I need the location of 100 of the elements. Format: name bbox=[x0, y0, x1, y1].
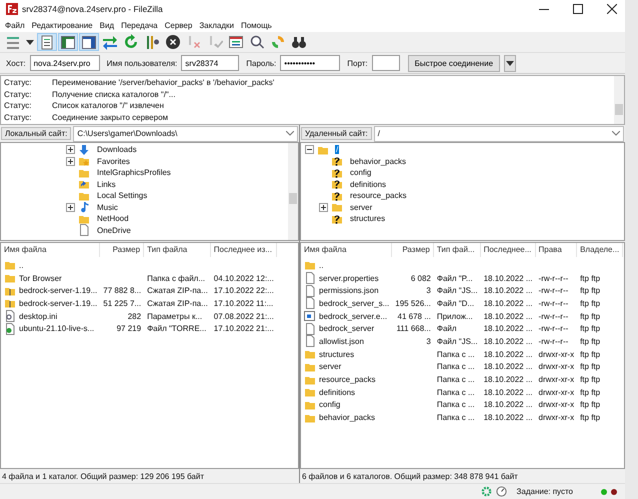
table-cell: 6 082 bbox=[410, 274, 431, 283]
tree-item[interactable]: Favorites bbox=[96, 156, 131, 166]
tree-item[interactable]: Music bbox=[96, 202, 119, 212]
table-cell: bedrock-server-1.19... bbox=[19, 298, 98, 308]
tree-item[interactable]: IntelGraphicsProfiles bbox=[96, 168, 172, 178]
column-header[interactable]: Размер bbox=[392, 243, 434, 257]
file-icon bbox=[304, 297, 316, 310]
caret-icon bbox=[25, 40, 35, 44]
table-cell: -rw-r--r-- bbox=[538, 274, 568, 283]
tree-item[interactable]: behavior_packs bbox=[349, 156, 408, 166]
menu-item[interactable]: Файл bbox=[5, 20, 25, 30]
close-icon[interactable] bbox=[607, 4, 617, 14]
column-header[interactable]: Последнее... bbox=[480, 243, 536, 257]
table-cell: ubuntu-21.10-live-s... bbox=[19, 324, 94, 334]
column-header[interactable]: Тип фай... bbox=[434, 243, 481, 257]
expander-icon[interactable] bbox=[319, 202, 328, 212]
table-cell: allowlist.json bbox=[319, 336, 364, 346]
toolbar-button[interactable] bbox=[37, 33, 57, 51]
tree-item[interactable]: OneDrive bbox=[96, 226, 132, 235]
input-field[interactable]: ••••••••••• bbox=[280, 55, 340, 71]
folder-icon bbox=[331, 201, 343, 214]
table-cell: 18.10.2022 ... bbox=[484, 286, 533, 296]
file-icon bbox=[4, 322, 16, 335]
toolbar-button[interactable] bbox=[226, 33, 246, 51]
tree-item[interactable]: Downloads bbox=[96, 145, 138, 154]
application-icon bbox=[304, 310, 316, 322]
tree-item[interactable]: Links bbox=[96, 180, 117, 189]
path-field[interactable]: C:\Users\gamer\Downloads\ bbox=[73, 126, 298, 142]
input-field[interactable] bbox=[372, 55, 400, 71]
caret-icon bbox=[506, 60, 514, 66]
table-cell: ftp ftp bbox=[580, 298, 600, 308]
menu-item[interactable]: Вид bbox=[100, 20, 114, 30]
tree-item[interactable]: Local Settings bbox=[96, 191, 148, 200]
table-cell: 18.10.2022 ... bbox=[484, 274, 533, 283]
table-cell: ftp ftp bbox=[580, 388, 600, 397]
table-cell: 3 bbox=[426, 286, 431, 296]
table-cell: Папка с ... bbox=[436, 350, 475, 359]
scrollbar[interactable] bbox=[288, 143, 298, 240]
table-cell: 18.10.2022 ... bbox=[484, 400, 533, 410]
tree-item[interactable]: structures bbox=[349, 214, 386, 224]
table-cell: drwxr-xr-x bbox=[538, 375, 574, 384]
expander-icon[interactable] bbox=[66, 145, 75, 154]
column-header[interactable]: Размер bbox=[100, 243, 144, 257]
tree-item[interactable]: NetHood bbox=[96, 214, 130, 224]
menu-item[interactable]: Передача bbox=[121, 20, 158, 30]
column-header[interactable]: Права bbox=[536, 243, 578, 257]
menu-item[interactable]: Редактирование bbox=[32, 20, 93, 30]
menu-item[interactable]: Закладки bbox=[199, 20, 234, 30]
table-cell: behavior_packs bbox=[319, 413, 376, 422]
quickconnect-button[interactable]: Быстрое соединение bbox=[408, 54, 500, 72]
table-cell: 07.08.2022 21:... bbox=[214, 312, 274, 321]
gauge-icon bbox=[496, 486, 507, 497]
column-header[interactable]: Последнее из... bbox=[210, 243, 277, 257]
table-cell: 3 bbox=[426, 336, 431, 346]
table-cell: 51 225 7... bbox=[103, 298, 142, 308]
table-cell: structures bbox=[319, 350, 354, 359]
table-cell: 18.10.2022 ... bbox=[484, 324, 533, 334]
question-icon bbox=[331, 166, 343, 179]
refresh-icon bbox=[123, 34, 139, 50]
expander-icon[interactable] bbox=[66, 202, 75, 212]
tree-item[interactable]: definitions bbox=[349, 180, 388, 189]
input-field[interactable]: nova.24serv.pro bbox=[30, 55, 100, 71]
field-label: Пароль: bbox=[246, 58, 276, 68]
input-field[interactable]: srv28374 bbox=[181, 55, 240, 71]
log-label: Статус: bbox=[4, 77, 33, 88]
table-cell: bedrock_server bbox=[319, 324, 374, 334]
table-cell: 195 526... bbox=[395, 298, 431, 308]
field-label: Хост: bbox=[6, 58, 26, 68]
table-cell: ftp ftp bbox=[580, 274, 600, 283]
expander-icon[interactable] bbox=[66, 156, 75, 166]
folder-icon bbox=[4, 259, 16, 272]
table-cell: -rw-r--r-- bbox=[538, 312, 568, 321]
table-cell: drwxr-xr-x bbox=[538, 362, 574, 372]
table-cell: config bbox=[319, 400, 340, 410]
scrollbar[interactable] bbox=[614, 76, 624, 124]
toolbar-button[interactable] bbox=[163, 33, 183, 51]
menu-item[interactable]: Сервер bbox=[164, 20, 192, 30]
column-header[interactable]: Владеле... bbox=[577, 243, 624, 257]
expander-icon[interactable] bbox=[305, 145, 314, 154]
column-header[interactable]: Имя файла bbox=[1, 243, 100, 257]
maximize-icon[interactable] bbox=[573, 4, 583, 14]
dropdown-button[interactable] bbox=[504, 54, 516, 72]
log-label: Статус: bbox=[4, 112, 33, 123]
table-cell: Папка с ... bbox=[436, 388, 475, 397]
table-cell: 04.10.2022 12:... bbox=[214, 274, 274, 283]
menu-item[interactable]: Помощь bbox=[240, 20, 272, 30]
table-cell: 17.10.2022 22:... bbox=[214, 286, 274, 296]
tree-item[interactable]: config bbox=[349, 168, 372, 178]
toolbar-button[interactable] bbox=[79, 33, 99, 51]
column-header[interactable]: Имя файла bbox=[301, 243, 392, 257]
table-cell: ftp ftp bbox=[580, 286, 600, 296]
column-header[interactable]: Тип файла bbox=[144, 243, 211, 257]
field-label: Имя пользователя: bbox=[106, 58, 178, 68]
table-cell: Папка с ... bbox=[436, 362, 475, 372]
tree-item[interactable]: server bbox=[349, 202, 374, 212]
table-cell: 41 678 ... bbox=[398, 312, 431, 321]
toolbar-button[interactable] bbox=[58, 33, 78, 51]
tree-item[interactable]: resource_packs bbox=[349, 191, 408, 200]
path-field[interactable]: / bbox=[374, 126, 624, 142]
tree-item[interactable]: / bbox=[335, 145, 340, 154]
